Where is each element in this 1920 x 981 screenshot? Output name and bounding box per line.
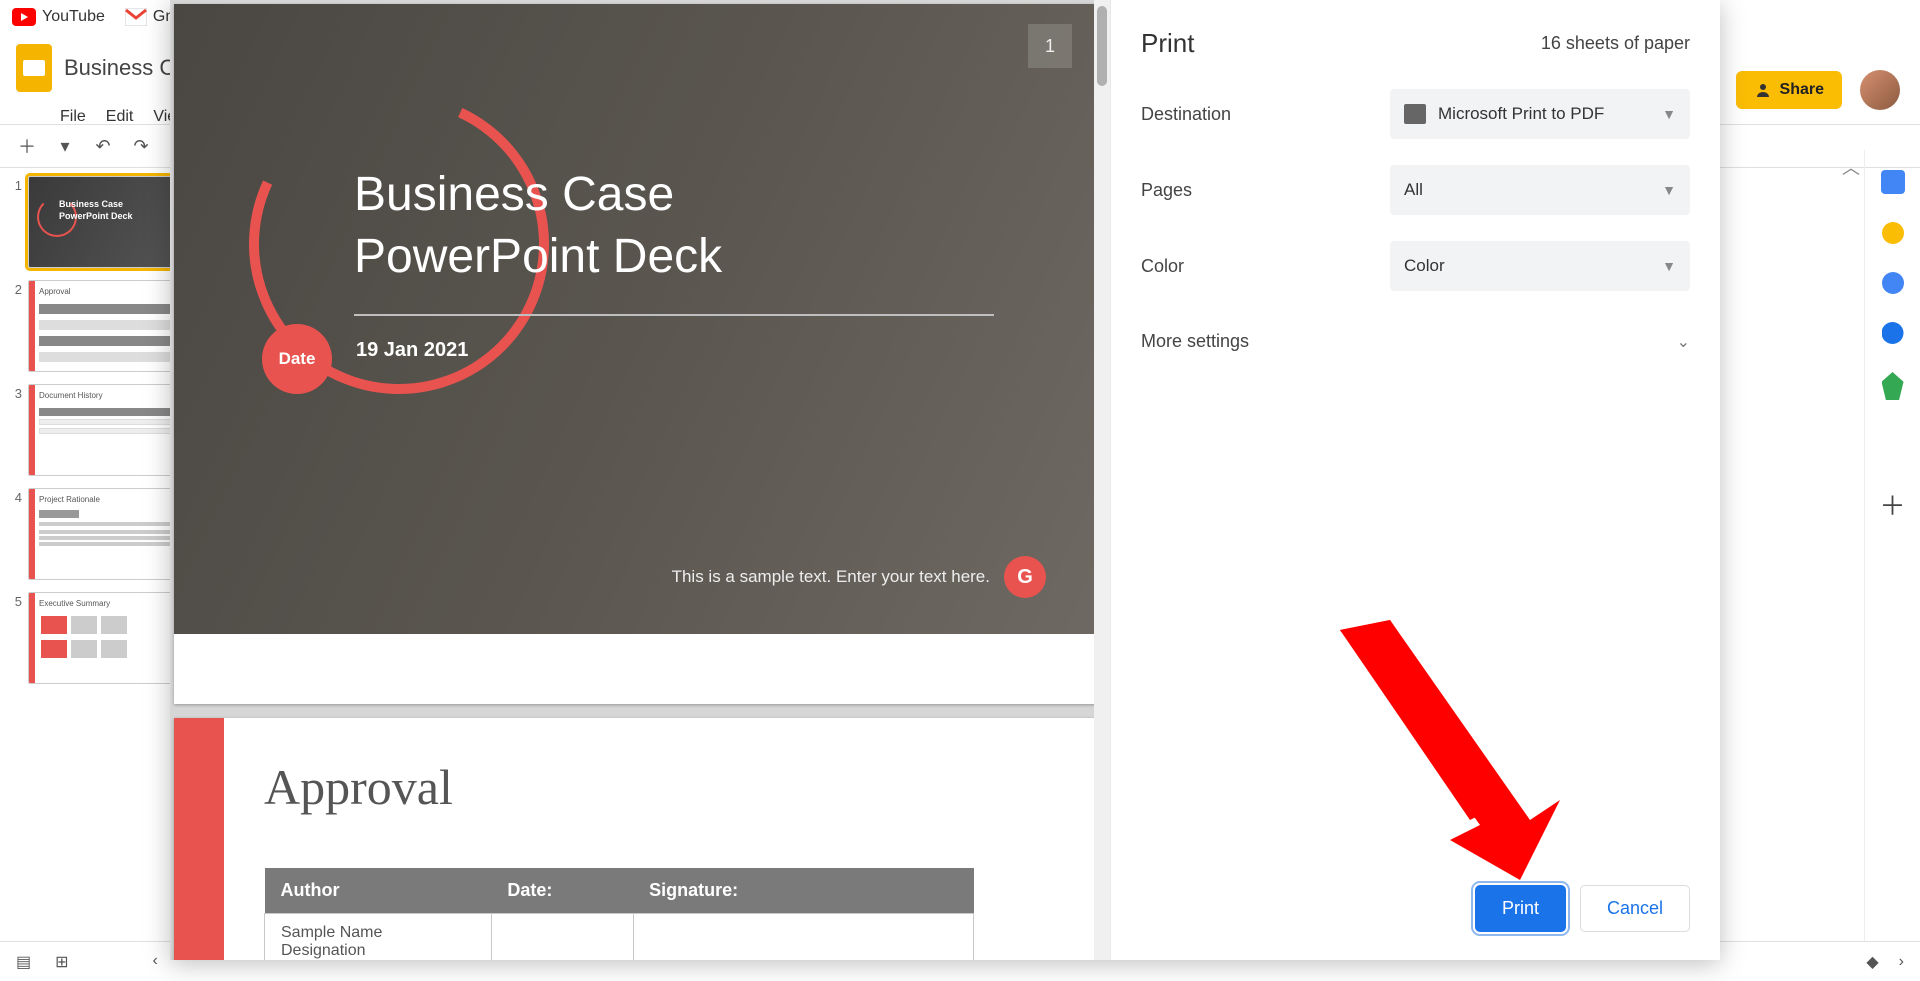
redo-button[interactable]: ↷	[130, 135, 152, 157]
print-preview-pane[interactable]: 1 Business Case PowerPoint Deck Date 19 …	[170, 0, 1110, 960]
explore-icon[interactable]: ◆	[1866, 952, 1878, 972]
page-number-badge: 1	[1028, 24, 1072, 68]
print-settings-panel: Print 16 sheets of paper Destination Mic…	[1110, 0, 1720, 960]
grid-view-icon[interactable]: ⊞	[55, 952, 68, 972]
destination-select[interactable]: Microsoft Print to PDF ▼	[1390, 89, 1690, 139]
page2-title: Approval	[264, 758, 453, 816]
chevron-down-icon: ⌄	[1677, 332, 1690, 352]
add-addon-icon[interactable]: ＋	[1879, 486, 1905, 523]
preview-page-2: Approval Author Date: Signature: Sample …	[174, 718, 1106, 960]
tasks-icon[interactable]	[1882, 272, 1904, 294]
maps-icon[interactable]	[1882, 372, 1904, 400]
slides-logo-icon[interactable]	[16, 44, 52, 92]
slide-thumb-1[interactable]: Business Case PowerPoint Deck	[28, 176, 188, 268]
date-value: 19 Jan 2021	[356, 339, 468, 362]
youtube-icon	[12, 8, 36, 26]
color-select[interactable]: Color ▼	[1390, 241, 1690, 291]
more-settings-toggle[interactable]: More settings ⌄	[1141, 331, 1690, 352]
scrollbar-thumb[interactable]	[1097, 6, 1107, 86]
sheets-count: 16 sheets of paper	[1541, 33, 1690, 54]
thumb-index: 4	[8, 488, 22, 580]
slide-title: Business Case PowerPoint Deck	[354, 164, 722, 289]
pages-select[interactable]: All ▼	[1390, 165, 1690, 215]
thumb-index: 5	[8, 592, 22, 684]
chevron-down-icon: ▼	[1662, 106, 1676, 122]
color-label: Color	[1141, 256, 1184, 277]
contacts-icon[interactable]	[1882, 322, 1904, 344]
chevron-down-icon[interactable]: ▾	[54, 135, 76, 157]
new-slide-button[interactable]: ＋	[16, 135, 38, 157]
preview-page-1: 1 Business Case PowerPoint Deck Date 19 …	[174, 4, 1106, 704]
slide-thumb-4[interactable]: Project Rationale	[28, 488, 188, 580]
destination-label: Destination	[1141, 104, 1231, 125]
red-stripe	[174, 718, 224, 960]
bookmark-youtube[interactable]: YouTube	[12, 8, 105, 26]
preview-scrollbar[interactable]	[1094, 0, 1110, 960]
cancel-button[interactable]: Cancel	[1580, 885, 1690, 932]
gmail-icon	[125, 8, 147, 26]
th-date: Date:	[491, 868, 633, 914]
g-badge-icon: G	[1004, 556, 1046, 598]
share-label: Share	[1780, 81, 1824, 99]
lock-person-icon	[1754, 81, 1772, 99]
calendar-icon[interactable]	[1881, 170, 1905, 194]
th-author: Author	[265, 868, 492, 914]
thumb-index: 3	[8, 384, 22, 476]
pages-label: Pages	[1141, 180, 1192, 201]
keep-icon[interactable]	[1882, 222, 1904, 244]
printer-icon	[1404, 104, 1426, 124]
share-button[interactable]: Share	[1736, 71, 1842, 109]
undo-button[interactable]: ↶	[92, 135, 114, 157]
approval-table: Author Date: Signature: Sample Name Desi…	[264, 868, 974, 960]
th-signature: Signature:	[633, 868, 973, 914]
print-dialog: 1 Business Case PowerPoint Deck Date 19 …	[170, 0, 1720, 960]
title-rule	[354, 314, 994, 316]
print-title: Print	[1141, 28, 1194, 59]
chevron-down-icon: ▼	[1662, 182, 1676, 198]
sample-text: This is a sample text. Enter your text h…	[672, 567, 990, 587]
table-row: Sample Name Designation	[265, 914, 974, 961]
filmstrip-view-icon[interactable]: ▤	[16, 952, 31, 972]
print-confirm-button[interactable]: Print	[1475, 885, 1566, 932]
date-bubble: Date	[262, 324, 332, 394]
collapse-rail-icon[interactable]: ‹	[153, 952, 158, 972]
slide-thumb-5[interactable]: Executive Summary	[28, 592, 188, 684]
chevron-right-icon[interactable]: ›	[1899, 953, 1904, 971]
thumb-index: 2	[8, 280, 22, 372]
chevron-down-icon: ▼	[1662, 258, 1676, 274]
thumb-index: 1	[8, 176, 22, 268]
slide-thumb-2[interactable]: Approval	[28, 280, 188, 372]
user-avatar[interactable]	[1860, 70, 1900, 110]
collapse-panel-icon[interactable]: ︿	[1842, 154, 1860, 180]
bookmark-label: YouTube	[42, 8, 105, 26]
slide-thumb-3[interactable]: Document History	[28, 384, 188, 476]
side-addon-panel: ＋	[1864, 150, 1920, 950]
